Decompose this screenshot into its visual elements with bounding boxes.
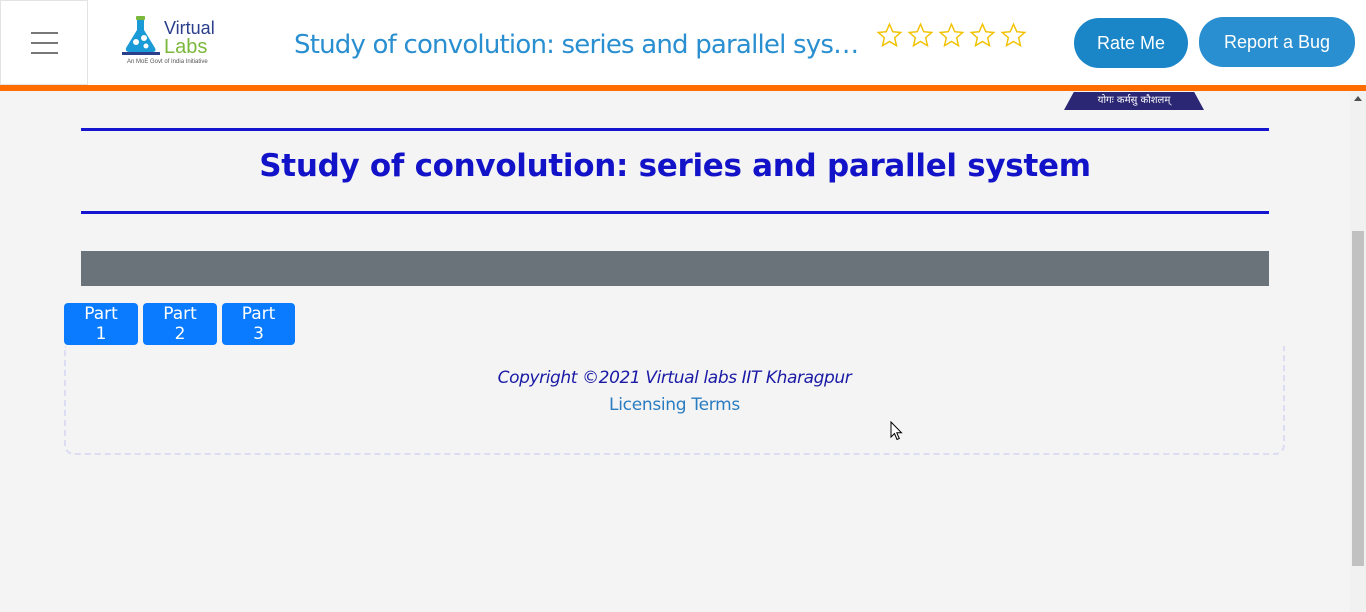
copyright-text: Copyright ©2021 Virtual labs IIT Kharagp… <box>497 368 852 388</box>
content-bar <box>81 251 1269 286</box>
tab-part-2[interactable]: Part 2 <box>143 303 217 345</box>
title-top-rule <box>81 128 1269 131</box>
header-accent-divider <box>0 85 1366 91</box>
logo-text-labs: Labs <box>164 36 208 58</box>
hamburger-menu-icon-bar <box>31 42 58 44</box>
star-icon[interactable] <box>969 22 996 49</box>
star-icon[interactable] <box>876 22 903 49</box>
tab-part-3[interactable]: Part 3 <box>222 303 295 345</box>
star-icon[interactable] <box>1000 22 1027 49</box>
header-experiment-title: Study of convolution: series and paralle… <box>294 30 862 60</box>
flask-icon <box>122 16 160 55</box>
scroll-up-arrow-icon[interactable] <box>1354 96 1362 101</box>
page-title: Study of convolution: series and paralle… <box>259 148 1091 184</box>
logo-tagline: An MoE Govt of India Initiative <box>127 59 208 65</box>
hamburger-menu-icon <box>31 32 58 34</box>
rating-stars <box>876 22 1027 52</box>
scrollbar-thumb[interactable] <box>1352 231 1364 566</box>
tab-part-1[interactable]: Part 1 <box>64 303 138 345</box>
hamburger-menu-icon-bar <box>31 52 58 54</box>
report-bug-button[interactable]: Report a Bug <box>1199 17 1355 67</box>
hamburger-menu-button[interactable] <box>0 0 88 85</box>
virtual-labs-logo[interactable]: Virtual Labs An MoE Govt of India Initia… <box>118 12 222 70</box>
part-tabs: Part 1 Part 2 Part 3 <box>64 303 295 345</box>
footer: Copyright ©2021 Virtual labs IIT Kharagp… <box>64 346 1285 455</box>
vertical-scrollbar[interactable] <box>1350 91 1366 612</box>
star-icon[interactable] <box>938 22 965 49</box>
motto-ribbon: योगः कर्मसु कौशलम् <box>1064 92 1204 110</box>
title-bottom-rule <box>81 211 1269 214</box>
mouse-cursor-icon <box>890 421 903 441</box>
top-navbar: Virtual Labs An MoE Govt of India Initia… <box>0 0 1366 85</box>
rate-me-button[interactable]: Rate Me <box>1074 18 1188 68</box>
star-icon[interactable] <box>907 22 934 49</box>
licensing-terms-link[interactable]: Licensing Terms <box>66 395 1283 415</box>
